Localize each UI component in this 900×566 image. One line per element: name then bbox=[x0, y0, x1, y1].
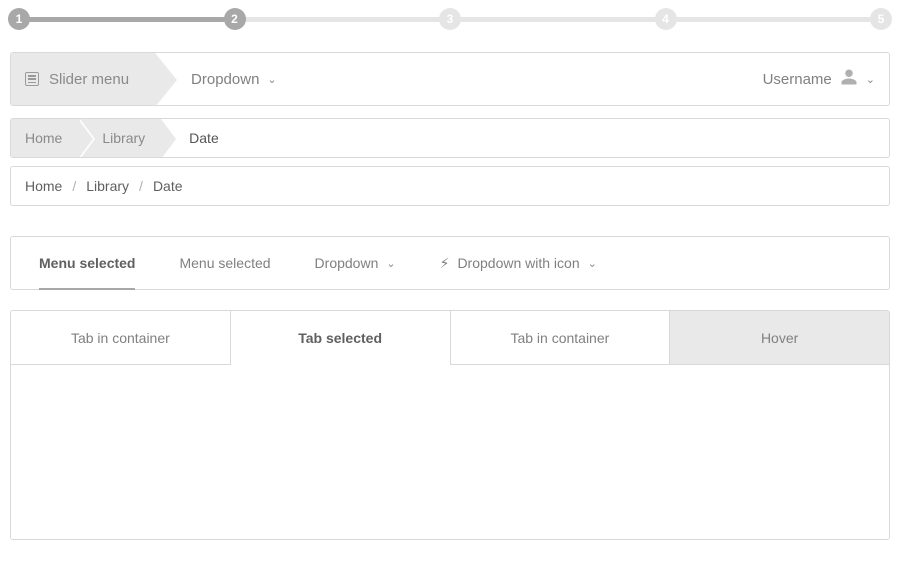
step-1[interactable]: 1 bbox=[8, 8, 30, 30]
top-navbar: Slider menu Dropdown ⌄ Username ⌄ bbox=[10, 52, 890, 106]
slider-menu-button[interactable]: Slider menu bbox=[11, 53, 155, 105]
username-label: Username bbox=[763, 71, 832, 88]
step-wizard: 1 2 3 4 5 bbox=[10, 8, 890, 30]
slider-menu-label: Slider menu bbox=[49, 71, 129, 88]
menu-tab[interactable]: Menu selected bbox=[179, 237, 270, 289]
step-3[interactable]: 3 bbox=[439, 8, 461, 30]
step-2[interactable]: 2 bbox=[224, 8, 246, 30]
chevron-down-icon: ⌄ bbox=[267, 73, 276, 86]
container-tab[interactable]: Tab in container bbox=[451, 311, 671, 365]
breadcrumb-separator: / bbox=[72, 178, 76, 194]
container-tab-hover[interactable]: Hover bbox=[670, 311, 889, 365]
breadcrumb-item-home[interactable]: Home bbox=[11, 119, 78, 157]
step-4[interactable]: 4 bbox=[655, 8, 677, 30]
user-menu[interactable]: Username ⌄ bbox=[763, 53, 889, 105]
dropdown-label: Dropdown bbox=[191, 71, 259, 88]
step-connector bbox=[459, 17, 657, 22]
menu-tab-selected[interactable]: Menu selected bbox=[39, 237, 135, 289]
breadcrumb-separator: / bbox=[139, 178, 143, 194]
step-5[interactable]: 5 bbox=[870, 8, 892, 30]
step-connector bbox=[244, 17, 442, 22]
chevron-down-icon: ⌄ bbox=[866, 73, 875, 86]
container-tab[interactable]: Tab in container bbox=[11, 311, 231, 365]
breadcrumb-item-current: Date bbox=[153, 178, 183, 194]
chevron-down-icon: ⌄ bbox=[386, 257, 395, 270]
tab-container: Tab in container Tab selected Tab in con… bbox=[10, 310, 890, 540]
menu-tab-dropdown-icon[interactable]: ⚡︎ Dropdown with icon ⌄ bbox=[440, 237, 597, 289]
user-icon bbox=[840, 68, 858, 90]
breadcrumb-arrow: Home Library Date bbox=[10, 118, 890, 158]
bolt-icon: ⚡︎ bbox=[440, 255, 450, 272]
menu-tabs: Menu selected Menu selected Dropdown ⌄ ⚡… bbox=[10, 236, 890, 290]
menu-tab-dropdown[interactable]: Dropdown ⌄ bbox=[315, 237, 396, 289]
step-connector bbox=[28, 17, 226, 22]
container-tab-selected[interactable]: Tab selected bbox=[231, 311, 451, 365]
spacer bbox=[277, 53, 763, 105]
list-icon bbox=[25, 72, 39, 86]
breadcrumb-item-home[interactable]: Home bbox=[25, 178, 62, 194]
breadcrumb-item-library[interactable]: Library bbox=[86, 178, 129, 194]
breadcrumb-slash: Home / Library / Date bbox=[10, 166, 890, 206]
step-connector bbox=[675, 17, 873, 22]
chevron-down-icon: ⌄ bbox=[588, 257, 597, 270]
tab-row: Tab in container Tab selected Tab in con… bbox=[11, 311, 889, 365]
